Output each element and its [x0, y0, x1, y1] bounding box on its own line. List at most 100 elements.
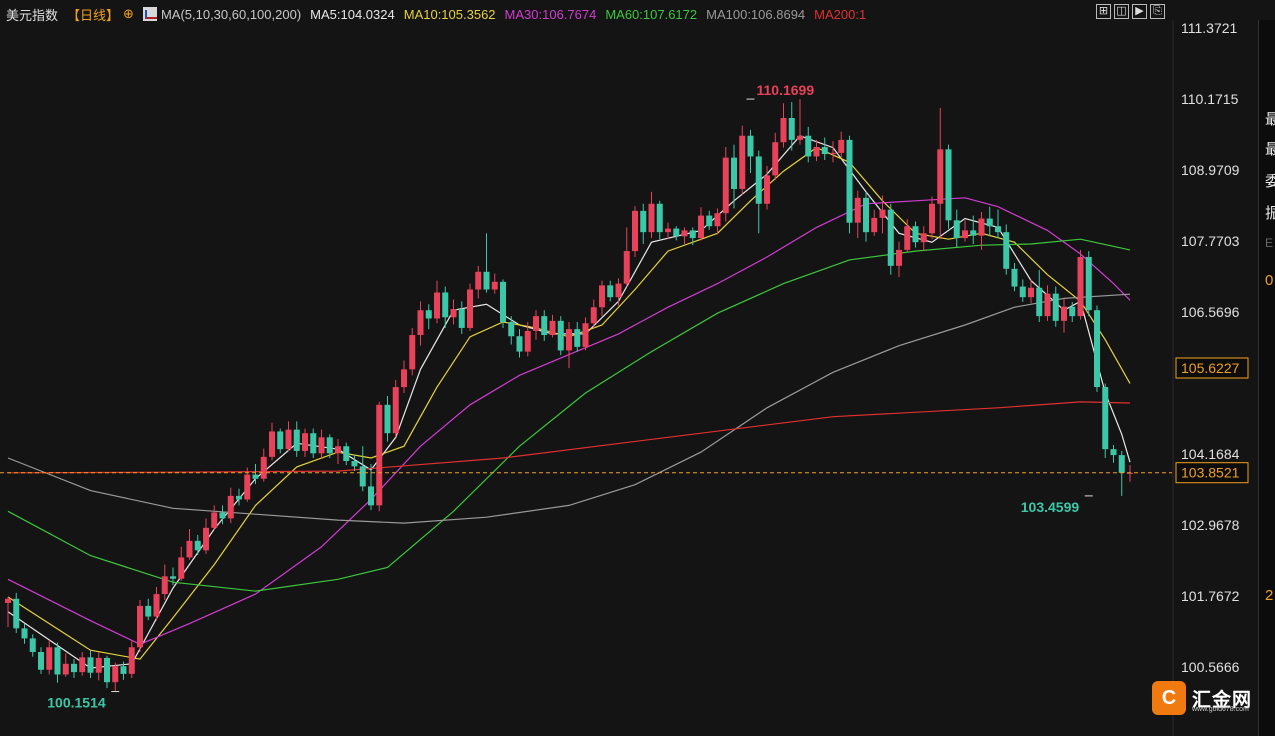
candle — [549, 314, 556, 338]
ma-value-2: MA30:106.7674 — [504, 6, 597, 22]
candle — [780, 103, 787, 148]
candle-body — [1044, 293, 1051, 317]
candle — [293, 421, 300, 457]
split-icon[interactable]: ◫ — [1114, 4, 1129, 19]
candle-body — [871, 217, 878, 233]
candle-body — [120, 666, 127, 674]
candle — [285, 421, 292, 451]
candle-body — [1036, 287, 1043, 317]
candle — [475, 265, 482, 299]
candle-body — [95, 657, 102, 673]
candle-body — [1069, 306, 1076, 317]
export-icon[interactable]: ⎘ — [1150, 4, 1165, 19]
symbol-name[interactable]: 美元指数 — [6, 5, 58, 24]
candle-body — [1052, 293, 1059, 321]
candle-body — [450, 309, 457, 318]
candle-body — [376, 404, 383, 506]
candle — [508, 316, 515, 345]
candle-body — [863, 197, 869, 233]
candle-body — [533, 316, 539, 331]
candle-body — [846, 139, 853, 223]
candle-body — [970, 230, 977, 236]
panel-value: 0 — [1265, 272, 1274, 289]
candle-body — [615, 283, 622, 298]
candle-body — [71, 663, 77, 673]
candle-body — [318, 437, 325, 454]
ma-value-4: MA100:106.8694 — [706, 6, 806, 22]
candle-body — [203, 527, 209, 551]
ma-value-0: MA5:104.0324 — [310, 6, 395, 22]
axis-tick-label: 107.7703 — [1181, 233, 1240, 249]
ma-params[interactable]: MA(5,10,30,60,100,200) — [161, 7, 301, 22]
indicator-icon[interactable] — [142, 7, 157, 21]
candle-body — [896, 249, 902, 266]
candle-body — [772, 142, 779, 176]
candle — [277, 428, 284, 454]
logo-icon: C — [1152, 681, 1186, 715]
panel-label: E — [1265, 236, 1274, 250]
candle — [755, 150, 762, 234]
candle — [673, 226, 680, 241]
panel-label: 委 — [1265, 173, 1275, 190]
candle — [384, 395, 391, 442]
high-label: 110.1699 — [757, 82, 815, 98]
candle — [945, 144, 952, 229]
candle-body — [5, 598, 11, 603]
candle-body — [755, 156, 762, 204]
candle — [211, 505, 218, 531]
candle-body — [21, 628, 28, 639]
candle-body — [112, 666, 119, 683]
candle — [747, 129, 754, 174]
candle — [137, 599, 143, 653]
candle-body — [549, 320, 556, 336]
candle-body — [673, 228, 680, 237]
candle-body — [128, 647, 135, 674]
candle-body — [599, 285, 605, 308]
price-axis: 111.3721 110.1715 108.9709 107.7703 106.5696… — [1175, 20, 1249, 675]
candle-body — [153, 594, 160, 617]
candle-body — [623, 251, 630, 284]
candle — [582, 317, 589, 351]
candle — [937, 107, 944, 240]
candle-body — [879, 209, 886, 218]
candle — [929, 196, 935, 240]
candle-body — [211, 512, 218, 528]
candle — [450, 299, 457, 325]
candle-body — [244, 474, 251, 500]
play-icon[interactable]: ▶ — [1132, 4, 1147, 19]
candle-body — [590, 307, 597, 324]
ma-line-ma5 — [7, 135, 1131, 669]
candle — [260, 448, 267, 482]
candle — [467, 283, 473, 331]
candle-body — [887, 209, 894, 266]
period-selector[interactable]: 【日线】 — [67, 5, 119, 24]
candle-body — [648, 203, 655, 233]
candle-body — [574, 329, 581, 347]
candle — [71, 659, 77, 679]
candle-body — [945, 149, 952, 221]
candle-body — [219, 512, 226, 519]
candle — [1052, 286, 1059, 327]
candle — [962, 220, 968, 242]
expand-icon[interactable]: ⊞ — [1096, 4, 1111, 19]
candle — [343, 442, 350, 466]
candle — [656, 200, 663, 240]
candle — [995, 209, 1001, 239]
candle-body — [953, 220, 960, 239]
candle-body — [920, 233, 927, 243]
candle — [986, 206, 993, 237]
candle — [368, 463, 374, 511]
candle-body — [269, 431, 275, 457]
candle-body — [632, 210, 638, 252]
candle-body — [87, 657, 94, 673]
add-icon[interactable]: ⊕ — [123, 6, 134, 22]
candle — [1061, 298, 1067, 333]
candle-body — [104, 657, 110, 683]
price-chart[interactable]: 111.3721 110.1715 108.9709 107.7703 106.5696… — [0, 0, 1258, 736]
candle — [87, 650, 94, 679]
candle — [359, 446, 366, 492]
candle-body — [13, 598, 20, 629]
candle-body — [962, 230, 968, 239]
candle — [566, 322, 572, 369]
candle — [623, 227, 630, 287]
